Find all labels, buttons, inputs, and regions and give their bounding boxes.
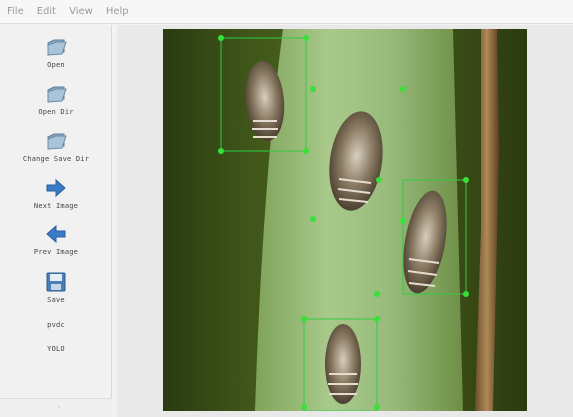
box-handle[interactable] [374,316,380,322]
box-handle[interactable] [303,148,309,154]
box-handle[interactable] [400,86,406,92]
change-save-dir-icon [47,133,67,150]
next-arrow-icon [46,178,66,198]
menu-bar: File Edit View Help [0,0,573,24]
box-handle[interactable] [374,291,380,297]
open-dir-icon [47,86,67,103]
next-image-label: Next Image [33,202,79,210]
annotation-image[interactable] [163,29,527,411]
box-handle[interactable] [400,218,406,224]
box-handle[interactable] [463,291,469,297]
format-yolo-label: YOLO [47,345,65,353]
toolbar-footer: ◦ [0,398,112,417]
save-button[interactable]: Save [0,270,112,304]
change-save-dir-label: Change Save Dir [22,155,90,163]
box-handle[interactable] [463,177,469,183]
box-handle[interactable] [310,86,316,92]
open-dir-label: Open Dir [38,108,74,116]
format-yolo-option[interactable]: YOLO [0,345,112,353]
menu-help[interactable]: Help [106,6,129,17]
prev-image-button[interactable]: Prev Image [0,222,112,256]
format-pvdc-option[interactable]: pvdc [0,321,112,329]
prev-arrow-icon [46,224,66,244]
box-handle[interactable] [374,404,380,410]
menu-edit[interactable]: Edit [37,6,56,17]
menu-view[interactable]: View [69,6,93,17]
toolbar: Open Open Dir Change Save Dir Next Image… [0,25,112,417]
box-handle[interactable] [301,404,307,410]
open-label: Open [47,61,65,69]
box-handle[interactable] [310,216,316,222]
change-save-dir-button[interactable]: Change Save Dir [0,129,112,163]
next-image-button[interactable]: Next Image [0,176,112,210]
open-dir-button[interactable]: Open Dir [0,82,112,116]
box-handle[interactable] [218,35,224,41]
insect-4 [325,324,361,404]
box-handle[interactable] [303,35,309,41]
open-folder-icon [47,39,67,56]
format-pvdc-label: pvdc [47,321,65,329]
box-handle[interactable] [376,177,382,183]
box-handle[interactable] [218,148,224,154]
canvas-area[interactable] [117,25,573,417]
open-button[interactable]: Open [0,35,112,69]
resize-grip-icon[interactable]: ◦ [57,404,61,412]
save-icon [46,272,66,292]
image-canvas[interactable] [163,29,527,411]
prev-image-label: Prev Image [33,248,79,256]
menu-file[interactable]: File [7,6,24,17]
box-handle[interactable] [301,316,307,322]
save-label: Save [47,296,65,304]
